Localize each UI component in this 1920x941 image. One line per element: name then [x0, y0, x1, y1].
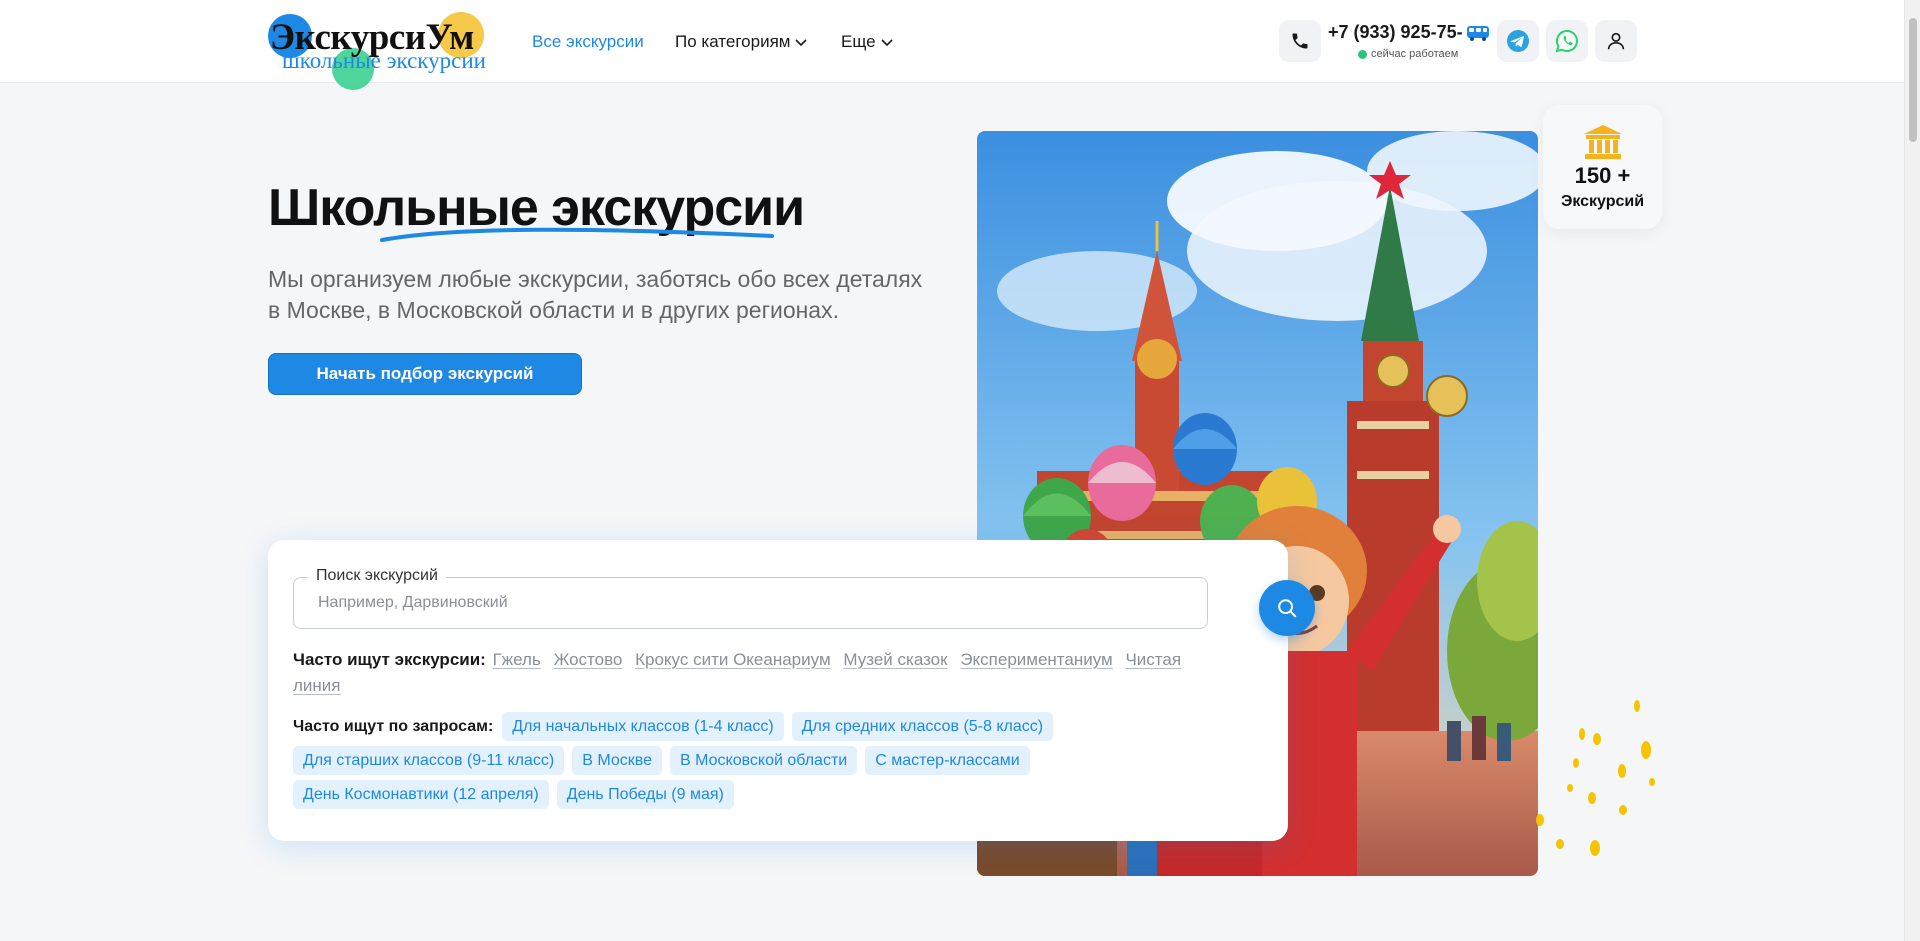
- phone-block[interactable]: +7 (933) 925-75- сейчас работаем: [1328, 22, 1490, 60]
- query-chip[interactable]: День Космонавтики (12 апреля): [293, 780, 549, 809]
- logo[interactable]: ЭкскурсиУм школьные экскурсии: [268, 12, 508, 90]
- telegram-button[interactable]: [1497, 20, 1539, 62]
- title-underline-decoration: [380, 227, 774, 242]
- scrollbar-thumb[interactable]: [1909, 18, 1917, 142]
- query-chip[interactable]: В Московской области: [669, 746, 858, 775]
- museum-icon: [1584, 125, 1622, 159]
- popular-link[interactable]: Крокус сити Океанариум: [635, 650, 831, 669]
- query-row: День Космонавтики (12 апреля) День Побед…: [293, 780, 1253, 809]
- search-card: Поиск экскурсий Часто ищут экскурсии: Гж…: [268, 540, 1315, 841]
- page-scrollbar[interactable]: [1904, 0, 1920, 941]
- search-field-label: Поиск экскурсий: [308, 567, 446, 585]
- excursions-count-badge: 150 + Экскурсий: [1543, 105, 1662, 229]
- bus-icon: [1466, 25, 1489, 41]
- nav-more-label: Еще: [841, 31, 876, 51]
- confetti-decoration: [1536, 700, 1655, 856]
- query-row: Часто ищут по запросам: Для начальных кл…: [293, 712, 1253, 741]
- work-status: сейчас работаем: [1358, 48, 1490, 60]
- query-chip[interactable]: Для начальных классов (1-4 класс): [502, 712, 784, 741]
- chevron-down-icon: [795, 38, 808, 46]
- popular-link[interactable]: Гжель: [493, 650, 541, 669]
- status-dot-icon: [1358, 49, 1367, 59]
- nav-categories-label: По категориям: [675, 31, 791, 51]
- nav-categories[interactable]: По категориям: [675, 32, 808, 52]
- phone-icon: [1292, 33, 1308, 49]
- phone-number: +7 (933) 925-75-: [1328, 22, 1463, 42]
- popular-queries: Часто ищут по запросам: Для начальных кл…: [293, 712, 1253, 814]
- popular-queries-lead: Часто ищут по запросам:: [293, 717, 494, 735]
- user-icon: [1607, 32, 1625, 50]
- nav-all-excursions[interactable]: Все экскурсии: [532, 32, 644, 52]
- popular-excursions: Часто ищут экскурсии: Гжель Жостово Крок…: [293, 647, 1233, 699]
- search-button[interactable]: [1259, 580, 1315, 636]
- chevron-down-icon: [881, 38, 893, 46]
- site-header: ЭкскурсиУм школьные экскурсии Все экскур…: [0, 0, 1904, 90]
- nav-all-excursions-wrap: Все экскурсии: [532, 0, 644, 83]
- whatsapp-button[interactable]: [1546, 20, 1588, 62]
- nav-categories-wrap: По категориям: [675, 0, 808, 83]
- popular-link[interactable]: Музей сказок: [843, 650, 947, 669]
- query-chip[interactable]: В Москве: [572, 746, 662, 775]
- telegram-icon: [1507, 30, 1529, 52]
- query-chip[interactable]: С мастер-классами: [865, 746, 1030, 775]
- call-button[interactable]: [1279, 20, 1321, 62]
- popular-link[interactable]: Экспериментаниум: [960, 650, 1112, 669]
- excursions-count-value: 150 +: [1574, 163, 1631, 188]
- popular-link[interactable]: Жостово: [554, 650, 623, 669]
- nav-more-wrap: Еще: [841, 0, 894, 83]
- query-chip[interactable]: Для средних классов (5-8 класс): [791, 712, 1054, 741]
- nav-more[interactable]: Еще: [841, 32, 894, 52]
- popular-excursions-lead: Часто ищут экскурсии:: [293, 650, 486, 669]
- whatsapp-icon: [1555, 29, 1578, 53]
- phone-number-row: +7 (933) 925-75-: [1328, 22, 1490, 43]
- profile-button[interactable]: [1595, 20, 1637, 62]
- search-input[interactable]: [294, 578, 1207, 628]
- hero-description: Мы организуем любые экскурсии, заботясь …: [268, 266, 923, 323]
- start-selection-button[interactable]: Начать подбор экскурсий: [268, 353, 582, 395]
- work-status-text: сейчас работаем: [1371, 48, 1459, 60]
- query-chip[interactable]: Для старших классов (9-11 класс): [293, 746, 565, 775]
- query-row: Для старших классов (9-11 класс) В Москв…: [293, 746, 1253, 775]
- query-chip[interactable]: День Победы (9 мая): [556, 780, 734, 809]
- search-icon: [1278, 599, 1297, 618]
- search-field: Поиск экскурсий: [293, 567, 1208, 629]
- logo-subtitle: школьные экскурсии: [282, 48, 486, 73]
- excursions-count-label: Экскурсий: [1560, 193, 1645, 210]
